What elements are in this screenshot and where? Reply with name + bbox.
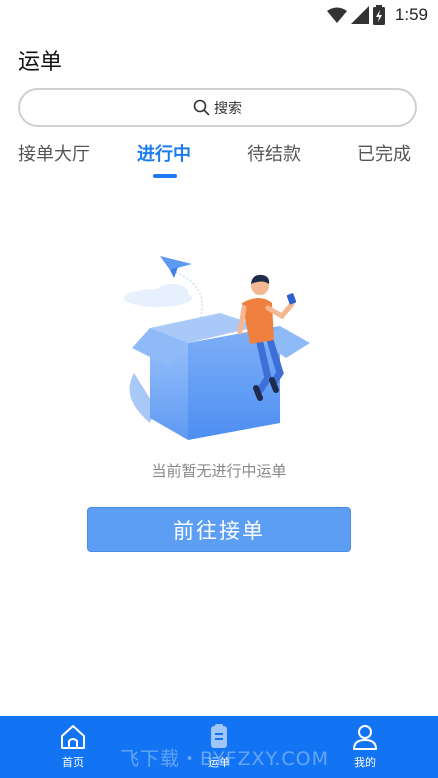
home-icon	[61, 725, 85, 749]
wifi-icon	[326, 7, 347, 23]
nav-label-home: 首页	[62, 756, 84, 769]
nav-item-waybill[interactable]: 运单	[189, 722, 249, 770]
tab-order-hall[interactable]: 接单大厅	[18, 140, 90, 166]
waybill-icon	[211, 724, 227, 748]
user-icon	[353, 725, 377, 750]
nav-label-waybill: 运单	[208, 756, 230, 769]
search-input[interactable]: 搜索	[18, 88, 417, 127]
tab-completed[interactable]: 已完成	[357, 140, 411, 166]
search-label: 搜索	[214, 100, 242, 117]
nav-label-mine: 我的	[354, 756, 376, 769]
search-icon	[193, 99, 210, 116]
empty-state-message: 当前暂无进行中运单	[151, 462, 287, 480]
status-time: 1:59	[394, 5, 428, 24]
status-icons: 1:59	[326, 4, 428, 26]
cellular-signal-icon	[350, 6, 369, 24]
nav-item-home[interactable]: 首页	[43, 722, 103, 770]
go-take-order-button[interactable]: 前往接单	[87, 507, 351, 552]
battery-charging-icon	[372, 5, 385, 25]
status-bar: 1:59	[0, 0, 438, 30]
tab-bar: 接单大厅 进行中 待结款 已完成	[0, 140, 438, 184]
empty-state-illustration	[124, 256, 310, 440]
tab-in-progress[interactable]: 进行中	[137, 140, 191, 166]
active-tab-indicator	[153, 174, 177, 178]
page-title: 运单	[18, 50, 63, 75]
bottom-nav: 首页 运单 我的	[0, 716, 438, 778]
tab-pending-payment[interactable]: 待结款	[247, 140, 301, 166]
nav-item-mine[interactable]: 我的	[335, 722, 395, 770]
